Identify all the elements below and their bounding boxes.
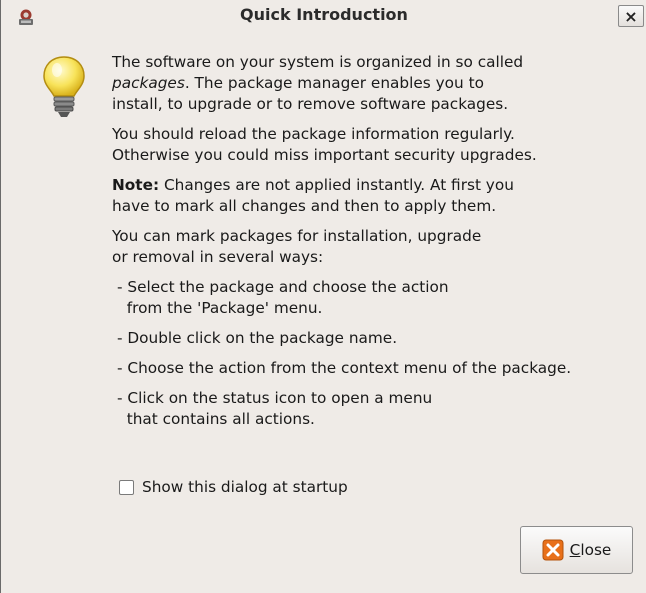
list-item: - Double click on the package name. [117,329,398,347]
paragraph-reload: You should reload the package informatio… [112,125,537,164]
paragraph-packages: The software on your system is organized… [112,53,524,113]
packages-term: packages [112,74,185,92]
show-at-startup-option[interactable]: Show this dialog at startup [119,477,348,497]
list-item: - Select the package and choose the acti… [117,278,449,317]
list-item: - Choose the action from the context men… [117,359,572,377]
title-bar: Quick Introduction × [1,0,646,32]
show-at-startup-label[interactable]: Show this dialog at startup [142,478,348,496]
paragraph-mark-ways: You can mark packages for installation, … [112,227,482,266]
show-at-startup-checkbox[interactable] [119,479,134,495]
lightbulb-icon [43,56,85,117]
close-icon [542,539,564,561]
note-label: Note: [112,176,160,194]
intro-text: The software on your system is organized… [112,52,642,439]
window-title: Quick Introduction [240,5,408,24]
close-button[interactable]: Close [520,526,633,574]
window-close-button[interactable]: × [618,5,644,27]
close-button-label: Close [569,541,612,559]
list-item: - Click on the status icon to open a men… [117,389,433,428]
paragraph-note: Note: Changes are not applied instantly.… [112,176,514,215]
quick-introduction-dialog: Quick Introduction × The software on you… [0,0,646,593]
